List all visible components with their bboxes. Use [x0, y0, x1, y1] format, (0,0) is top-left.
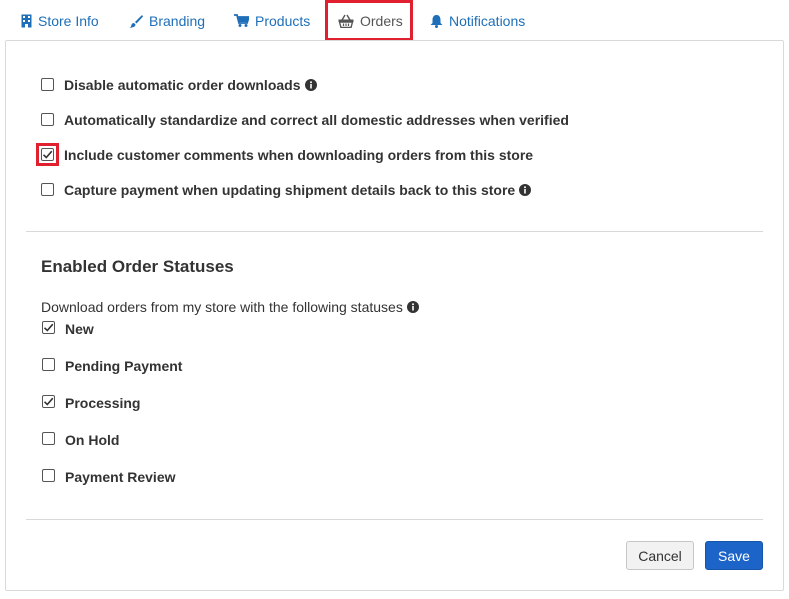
save-button[interactable]: Save — [705, 541, 763, 570]
include-comments-checkbox[interactable] — [41, 148, 54, 161]
disable-auto-downloads-label: Disable automatic order downloads — [64, 77, 317, 93]
tab-label: Notifications — [449, 12, 526, 29]
option-text: Automatically standardize and correct al… — [64, 112, 569, 128]
tab-label: Store Info — [38, 12, 99, 29]
footer-divider — [26, 519, 763, 520]
info-icon[interactable] — [406, 301, 419, 313]
tab-store-info[interactable]: Store Info — [21, 0, 99, 41]
option-text: Disable automatic order downloads — [64, 77, 301, 93]
tab-orders[interactable]: Orders — [338, 0, 403, 41]
checkmark-icon — [42, 150, 53, 159]
status-processing-label: Processing — [65, 395, 141, 411]
tab-label: Orders — [360, 12, 403, 29]
tab-branding[interactable]: Branding — [129, 0, 205, 41]
info-icon[interactable] — [304, 79, 317, 91]
status-processing-checkbox[interactable] — [42, 395, 55, 408]
status-payment-review-checkbox[interactable] — [42, 469, 55, 482]
settings-tabs: Store Info Branding Products Orders Noti… — [0, 0, 789, 41]
building-icon — [21, 14, 32, 28]
status-on-hold-checkbox[interactable] — [42, 432, 55, 445]
tab-label: Products — [255, 12, 311, 29]
disable-auto-downloads-checkbox[interactable] — [41, 78, 54, 91]
section-divider — [26, 231, 763, 232]
include-comments-label: Include customer comments when downloadi… — [64, 147, 533, 163]
bell-icon — [430, 14, 443, 28]
status-on-hold-label: On Hold — [65, 432, 120, 448]
option-text: Capture payment when updating shipment d… — [64, 182, 516, 198]
standardize-addresses-checkbox[interactable] — [41, 113, 54, 126]
cancel-button[interactable]: Cancel — [626, 541, 694, 570]
status-new-label: New — [65, 321, 94, 337]
standardize-addresses-label: Automatically standardize and correct al… — [64, 112, 569, 128]
tab-label: Branding — [149, 12, 206, 29]
status-payment-review-label: Payment Review — [65, 469, 176, 485]
statuses-description: Download orders from my store with the f… — [41, 299, 419, 315]
capture-payment-label: Capture payment when updating shipment d… — [64, 182, 532, 198]
basket-icon — [338, 14, 354, 28]
statuses-heading: Enabled Order Statuses — [41, 257, 234, 276]
status-pending-payment-checkbox[interactable] — [42, 358, 55, 371]
description-text: Download orders from my store with the f… — [41, 299, 403, 315]
tab-products[interactable]: Products — [234, 0, 310, 41]
paintbrush-icon — [129, 14, 143, 28]
status-new-checkbox[interactable] — [42, 321, 55, 334]
info-icon[interactable] — [519, 184, 532, 196]
capture-payment-checkbox[interactable] — [41, 183, 54, 196]
checkmark-icon — [43, 323, 54, 332]
cart-icon — [234, 14, 249, 27]
option-text: Include customer comments when downloadi… — [64, 147, 534, 163]
status-pending-payment-label: Pending Payment — [65, 358, 183, 374]
checkmark-icon — [43, 397, 54, 406]
tab-notifications[interactable]: Notifications — [430, 0, 525, 41]
